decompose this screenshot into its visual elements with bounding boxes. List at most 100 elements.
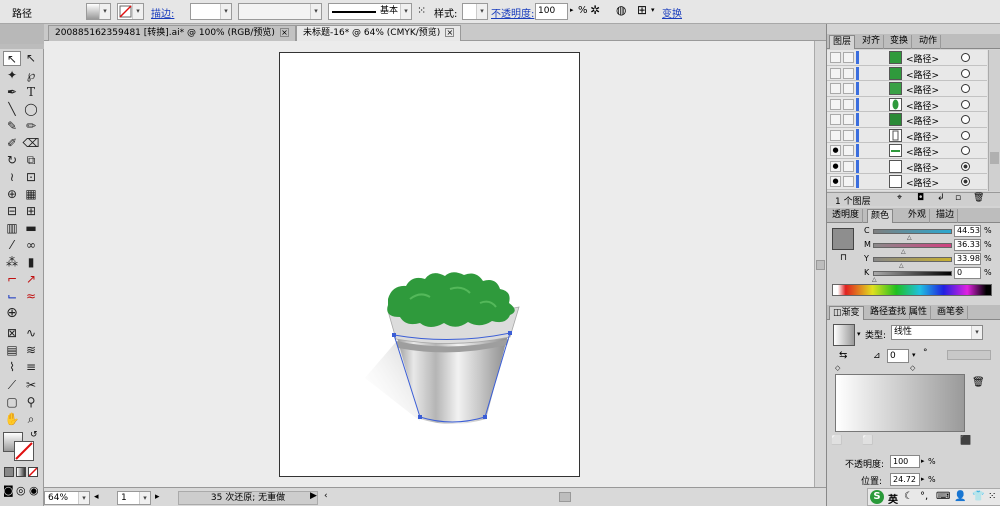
angle-field[interactable]: 0 <box>887 349 909 363</box>
gradient-preview[interactable] <box>835 374 965 432</box>
clipping-mask-icon[interactable]: ◘ <box>917 193 924 203</box>
swap-colors-icon[interactable]: ↺ <box>30 430 38 440</box>
eraser-icon[interactable]: ⌫ <box>22 136 40 151</box>
recolor-icon[interactable]: ✲ <box>590 3 600 17</box>
color-spectrum[interactable] <box>832 284 992 296</box>
anchor-add-icon[interactable]: ⌙ <box>3 289 21 304</box>
gradient-midpoint-icon[interactable]: ◇ <box>910 364 915 372</box>
layer-row[interactable]: ● <路径> <box>827 158 987 174</box>
lock-toggle[interactable] <box>843 114 854 125</box>
knife-icon[interactable]: ⟋ <box>3 378 21 393</box>
graph-tool-icon[interactable]: ▤ <box>3 343 21 358</box>
punctuation-icon[interactable]: °, <box>920 491 928 502</box>
zoom-tool-icon[interactable]: ⌕ <box>22 412 40 427</box>
visibility-toggle[interactable] <box>830 67 841 79</box>
vertical-scrollbar[interactable] <box>814 41 826 487</box>
gradient-midpoint-icon[interactable]: ◇ <box>835 364 840 372</box>
free-transform-icon[interactable]: ⊡ <box>22 170 40 185</box>
color-mode-button[interactable] <box>4 467 14 477</box>
target-icon[interactable] <box>961 130 970 140</box>
fill-swatch[interactable]: ▾ <box>86 3 111 20</box>
graph-icon[interactable]: ⁙ <box>417 4 426 17</box>
gradient-swatch-icon[interactable]: ▬ <box>22 221 40 236</box>
visibility-toggle[interactable] <box>830 114 841 125</box>
align-dropdown-icon[interactable]: ▾ <box>651 6 655 14</box>
gradient-stop-left[interactable]: ⬜ <box>831 436 842 446</box>
tab-pathfinder[interactable]: 路径查找 <box>867 306 911 320</box>
lock-toggle[interactable] <box>843 67 854 79</box>
close-icon[interactable]: × <box>279 28 289 37</box>
scroll-left-icon[interactable]: ‹ <box>324 491 328 501</box>
artboard-tool-icon[interactable]: ⊠ <box>3 326 21 341</box>
gradient-swatch-dropdown-icon[interactable]: ▾ <box>857 330 861 338</box>
ime-mode[interactable]: 英 <box>888 491 898 506</box>
visibility-toggle[interactable] <box>830 129 841 141</box>
column-graph-icon[interactable]: ▮ <box>22 255 40 270</box>
gradient-swatch[interactable] <box>833 324 855 346</box>
gradient-mode-button[interactable] <box>16 467 26 477</box>
lock-toggle[interactable] <box>843 83 854 94</box>
new-layer-icon[interactable]: ▫ <box>955 193 961 203</box>
black-slider[interactable]: K △ 0 % <box>827 267 1000 283</box>
prev-artboard-icon[interactable]: ◂ <box>94 492 99 502</box>
line-tool-icon[interactable]: ╲ <box>3 102 21 117</box>
visibility-toggle[interactable] <box>830 83 841 94</box>
ellipse-tool-icon[interactable]: ◯ <box>22 102 40 117</box>
angle-dropdown-icon[interactable]: ▾ <box>912 351 916 359</box>
slice-tool-icon[interactable]: ∿ <box>22 326 40 341</box>
lock-toggle[interactable] <box>843 176 854 187</box>
lock-toggle[interactable] <box>843 52 854 63</box>
target-icon[interactable] <box>961 161 970 171</box>
type-tool-icon[interactable]: T <box>22 85 40 100</box>
symbol-sprayer-icon[interactable]: ⁂ <box>3 255 21 270</box>
layer-row[interactable]: <路径> <box>827 50 987 66</box>
blend-tool-icon[interactable]: ∞ <box>22 238 40 253</box>
gradient-tool-icon[interactable]: ▥ <box>3 221 21 236</box>
none-mode-button[interactable] <box>28 467 38 477</box>
gradient-stop-mid[interactable]: ⬜ <box>862 436 873 446</box>
eye-icon[interactable]: ● <box>830 160 841 172</box>
layer-row[interactable]: <路径> <box>827 81 987 97</box>
black-value[interactable]: 0 <box>954 267 981 279</box>
scale-tool-icon[interactable]: ⧉ <box>22 153 40 168</box>
pen-tool-icon[interactable]: ✒ <box>3 85 21 100</box>
tab-color[interactable]: 颜色 <box>867 209 894 223</box>
draw-inside-icon[interactable]: ◉ <box>29 484 39 497</box>
crosshair-icon[interactable]: ⊕ <box>3 306 21 321</box>
shape-builder-icon[interactable]: ⊕ <box>3 187 21 202</box>
target-icon[interactable] <box>961 177 970 186</box>
close-icon[interactable]: × <box>445 28 455 37</box>
lock-toggle[interactable] <box>843 160 854 172</box>
mesh-tool-icon[interactable]: ⊞ <box>22 204 40 219</box>
stroke-swatch[interactable]: ▾ <box>117 3 144 20</box>
target-icon[interactable] <box>961 115 970 124</box>
status-menu-icon[interactable]: ▶ <box>310 491 317 501</box>
stop-opacity-field[interactable]: 100 <box>890 455 920 468</box>
artboard-number-field[interactable]: 1 ▾ <box>117 491 151 505</box>
opacity-link[interactable]: 不透明度: <box>491 5 534 20</box>
tools-grip[interactable] <box>0 44 44 49</box>
style-dropdown[interactable]: ▾ <box>462 3 488 20</box>
gradient-stop-right[interactable]: ⬛ <box>960 436 971 446</box>
stop-location-field[interactable]: 24.72 <box>890 473 920 486</box>
layer-row[interactable]: ● <路径> <box>827 143 987 159</box>
lasso-icon[interactable]: ℘ <box>22 68 40 83</box>
rectangle-icon[interactable]: ▢ <box>3 395 21 410</box>
tab-attributes[interactable]: 属性 <box>906 306 932 320</box>
eye-icon[interactable]: ● <box>830 176 841 187</box>
draw-behind-icon[interactable]: ◎ <box>16 484 26 497</box>
layer-row[interactable]: <路径> <box>827 127 987 143</box>
artboard[interactable] <box>279 52 580 477</box>
scissors-icon[interactable]: ✂ <box>22 378 40 393</box>
stroke-color-box[interactable] <box>14 441 34 461</box>
perspective-grid-icon[interactable]: ⊟ <box>3 204 21 219</box>
lock-toggle[interactable] <box>843 129 854 141</box>
scroll-thumb[interactable] <box>990 152 999 164</box>
tab-transform[interactable]: 变换 <box>887 35 913 49</box>
next-artboard-icon[interactable]: ▸ <box>155 492 160 502</box>
blob-brush-icon[interactable]: ✐ <box>3 136 21 151</box>
globe-icon[interactable]: ◍ <box>616 3 626 17</box>
grid-menu-icon[interactable]: ⁙ <box>988 491 996 502</box>
list-icon[interactable]: ≡ <box>22 360 40 375</box>
layers-scrollbar[interactable] <box>988 50 1000 191</box>
